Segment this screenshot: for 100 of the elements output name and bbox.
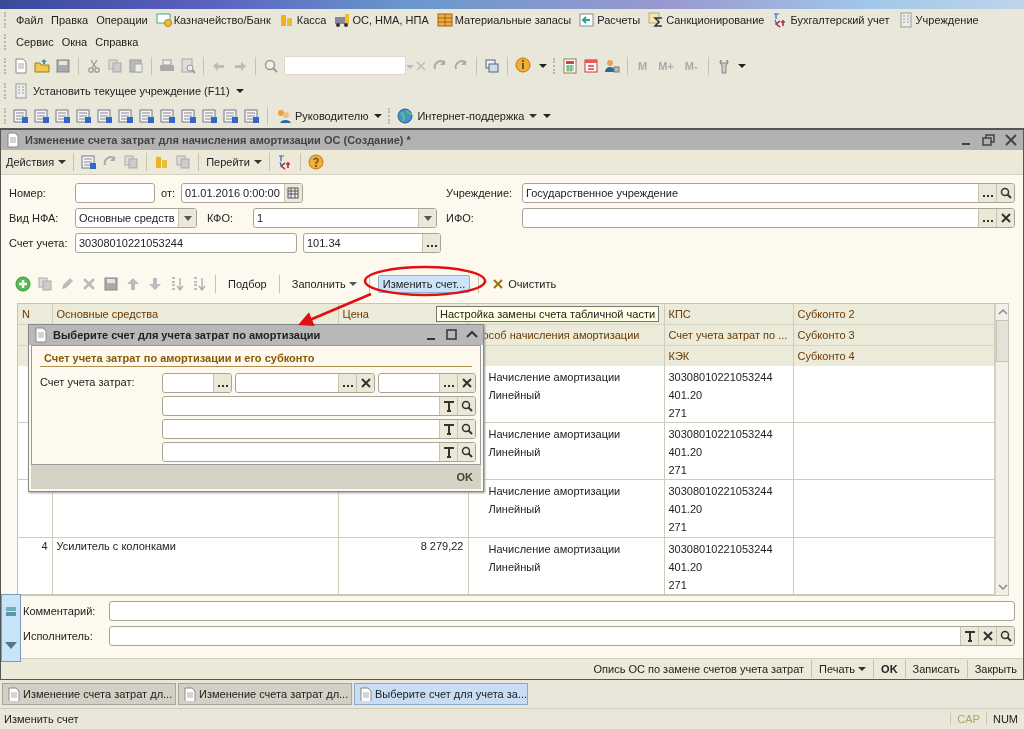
- report-icon[interactable]: [139, 107, 155, 124]
- user-lock-icon[interactable]: [604, 57, 620, 74]
- column-header[interactable]: КЭК: [668, 350, 690, 362]
- actions-menu[interactable]: Действия: [6, 156, 67, 168]
- scroll-thumb[interactable]: [995, 320, 1008, 362]
- set-institution-button[interactable]: Установить текущее учреждение (F11): [13, 82, 230, 99]
- toolbar-button[interactable]: Подбор: [224, 276, 271, 292]
- executor-field[interactable]: [109, 626, 1015, 646]
- type-icon[interactable]: [441, 422, 456, 436]
- number-field[interactable]: [75, 183, 155, 203]
- type-icon[interactable]: [962, 629, 977, 643]
- clear-icon[interactable]: [358, 376, 373, 390]
- menu-item[interactable]: Учреждение: [897, 12, 979, 28]
- asset-type-select[interactable]: Основные средств: [75, 208, 197, 228]
- menu-item[interactable]: Сервис: [16, 36, 54, 48]
- folder-icon[interactable]: [34, 57, 50, 74]
- scissors-icon[interactable]: [86, 57, 102, 74]
- clear-icon[interactable]: [998, 211, 1013, 225]
- date-field[interactable]: 01.01.2016 0:00:00: [181, 183, 303, 203]
- column-header[interactable]: Субконто 2: [797, 308, 855, 320]
- preview-icon[interactable]: [180, 57, 196, 74]
- menu-item[interactable]: Материальные запасы: [436, 12, 572, 28]
- comment-field[interactable]: [109, 601, 1015, 621]
- report-icon[interactable]: [223, 107, 239, 124]
- type-icon[interactable]: [441, 399, 456, 413]
- stack-icon[interactable]: [4, 604, 18, 619]
- report-icon[interactable]: [81, 154, 98, 170]
- type-icon[interactable]: [441, 445, 456, 459]
- footer-button[interactable]: Опись ОС по замене счетов учета затрат: [593, 663, 805, 675]
- menu-item[interactable]: Бухгалтерский учет: [772, 12, 890, 28]
- info-icon[interactable]: [515, 56, 533, 75]
- document-icon[interactable]: [13, 57, 29, 74]
- subconto-field[interactable]: [162, 442, 476, 462]
- footer-button[interactable]: Печать: [819, 663, 867, 675]
- restore-icon[interactable]: [981, 132, 997, 148]
- toolbar-button[interactable]: Руководителю: [275, 107, 369, 124]
- help-icon[interactable]: [307, 154, 324, 170]
- taskbar-tab[interactable]: Выберите счет для учета за...: [354, 683, 528, 705]
- report-icon[interactable]: [244, 107, 260, 124]
- toolbar-button[interactable]: Изменить счет...: [377, 275, 471, 293]
- menu-item[interactable]: Файл: [16, 14, 44, 26]
- ok-button[interactable]: OK: [456, 471, 473, 483]
- taskbar-tab[interactable]: Изменение счета затрат дл...: [2, 683, 176, 705]
- close-icon[interactable]: [1003, 132, 1019, 148]
- clear-icon[interactable]: [980, 629, 995, 643]
- calendar-icon[interactable]: [583, 57, 599, 74]
- toolbar-button[interactable]: Интернет-поддержка: [397, 107, 537, 124]
- menu-item[interactable]: Справка: [95, 36, 139, 48]
- column-header[interactable]: Цена: [342, 308, 369, 320]
- subaccount-field[interactable]: [378, 373, 476, 393]
- search-icon[interactable]: [998, 186, 1013, 200]
- ifo-field[interactable]: [522, 208, 1015, 228]
- column-header[interactable]: Субконто 4: [797, 350, 855, 362]
- search-icon[interactable]: [459, 399, 474, 413]
- add-icon[interactable]: [15, 276, 31, 292]
- maximize-icon[interactable]: [445, 328, 459, 342]
- report-icon[interactable]: [97, 107, 113, 124]
- search-icon[interactable]: [459, 422, 474, 436]
- column-header[interactable]: КПС: [668, 308, 691, 320]
- search-icon[interactable]: [459, 445, 474, 459]
- report-icon[interactable]: [55, 107, 71, 124]
- report-icon[interactable]: [13, 107, 29, 124]
- menu-item[interactable]: Расчеты: [579, 12, 641, 28]
- column-header[interactable]: Субконто 3: [797, 329, 855, 341]
- account-code-field[interactable]: 101.34: [303, 233, 441, 253]
- footer-button[interactable]: Записать: [912, 663, 960, 675]
- search-field[interactable]: [284, 56, 406, 75]
- calculator-icon[interactable]: [562, 57, 578, 74]
- menu-item[interactable]: ОС, НМА, НПА: [334, 12, 429, 28]
- debit-credit-icon[interactable]: [276, 154, 293, 170]
- toolbar-button[interactable]: Заполнить: [287, 276, 361, 292]
- side-panel[interactable]: [1, 594, 21, 662]
- kfo-select[interactable]: 1: [253, 208, 437, 228]
- clipboard-icon[interactable]: [128, 57, 144, 74]
- go-to-menu[interactable]: Перейти: [206, 156, 262, 168]
- search-icon[interactable]: [998, 629, 1013, 643]
- report-icon[interactable]: [76, 107, 92, 124]
- menu-item[interactable]: Санкционирование: [648, 12, 765, 28]
- account-field[interactable]: 30308010221053244: [75, 233, 297, 253]
- institution-field[interactable]: Государственное учреждение: [522, 183, 1015, 203]
- report-icon[interactable]: [202, 107, 218, 124]
- menu-item[interactable]: Окна: [61, 36, 88, 48]
- report-icon[interactable]: [118, 107, 134, 124]
- footer-button[interactable]: Закрыть: [974, 663, 1017, 675]
- report-icon[interactable]: [181, 107, 197, 124]
- report-icon[interactable]: [160, 107, 176, 124]
- subconto-field[interactable]: [162, 396, 476, 416]
- account-field[interactable]: [162, 373, 232, 393]
- windows-icon[interactable]: [484, 57, 500, 74]
- clear-icon[interactable]: [459, 376, 474, 390]
- menu-item[interactable]: Касса: [278, 12, 327, 28]
- taskbar-tab[interactable]: Изменение счета затрат дл...: [178, 683, 352, 705]
- menu-item[interactable]: Операции: [96, 14, 148, 26]
- menu-item[interactable]: Правка: [51, 14, 89, 26]
- footer-button[interactable]: OK: [881, 663, 898, 675]
- toolbar-button[interactable]: Очистить: [487, 275, 561, 293]
- calendar-icon[interactable]: [286, 186, 301, 200]
- report-icon[interactable]: [34, 107, 50, 124]
- subconto-field[interactable]: [162, 419, 476, 439]
- subaccount-field[interactable]: [235, 373, 375, 393]
